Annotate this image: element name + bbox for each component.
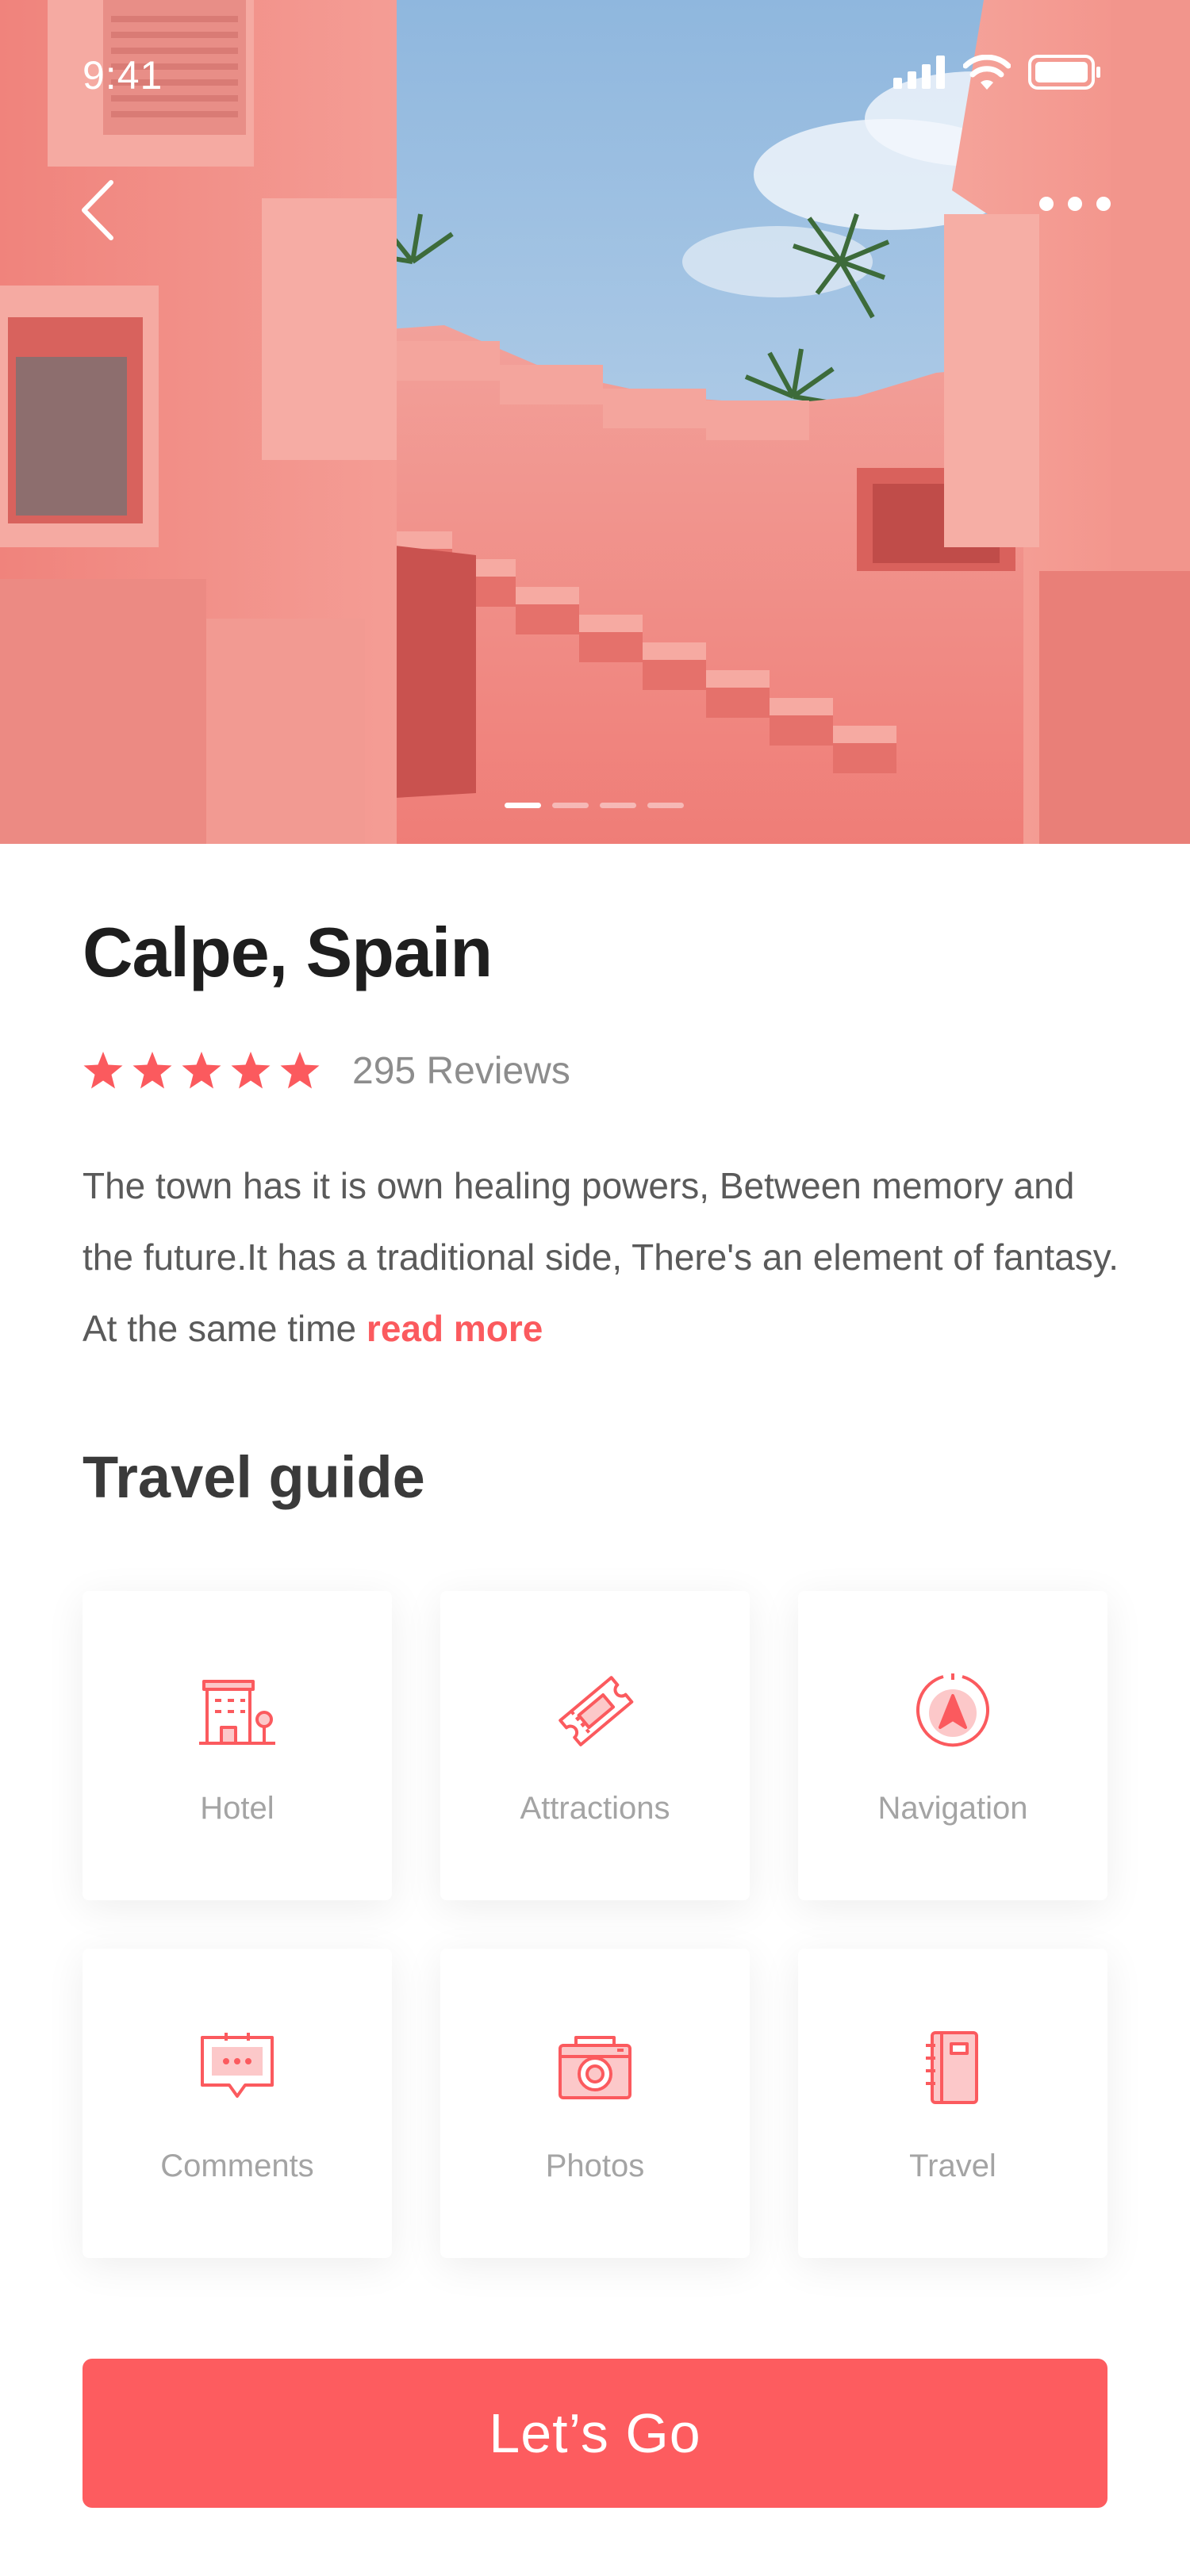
page-title: Calpe, Spain [83,913,493,991]
reviews-label: Reviews [426,1049,570,1092]
status-bar: 9:41 [0,0,1190,151]
star-icon [83,1052,123,1089]
star-rating [83,1051,321,1091]
status-icons [893,52,1101,92]
star-icon [132,1052,172,1089]
chat-bubble-icon [201,2033,274,2098]
hero-image: 9:41 [0,0,1190,844]
back-button[interactable] [73,174,129,246]
hotel-icon [199,1680,275,1745]
travel-guide-grid: Hotel Attractions Navigation Comments Ph… [83,1591,1107,2265]
lets-go-button[interactable]: Let’s Go [83,2359,1107,2508]
star-icon [231,1052,271,1089]
camera-icon [559,2036,631,2099]
guide-card-label: Comments [160,2149,314,2183]
notebook-icon [926,2031,978,2104]
star-icon [280,1052,320,1089]
wifi-icon [963,55,1011,90]
guide-card-label: Attractions [520,1791,670,1826]
guide-card-label: Navigation [877,1791,1028,1826]
section-title-travel-guide: Travel guide [83,1444,425,1510]
image-pager[interactable] [505,803,684,808]
rating-row: 295 Reviews [83,1045,570,1096]
guide-card-travel[interactable]: Travel [798,1949,1107,2258]
read-more-link[interactable]: read more [367,1308,543,1349]
compass-icon [916,1673,989,1747]
pager-dot[interactable] [552,803,589,808]
reviews-link[interactable]: 295 Reviews [352,1049,570,1093]
more-button[interactable] [1035,192,1111,216]
guide-card-navigation[interactable]: Navigation [798,1591,1107,1900]
status-time: 9:41 [83,53,163,98]
star-icon [182,1052,221,1089]
pager-dot[interactable] [647,803,684,808]
guide-card-label: Hotel [200,1791,274,1826]
guide-card-label: Photos [545,2149,645,2183]
guide-card-attractions[interactable]: Attractions [440,1591,750,1900]
guide-card-comments[interactable]: Comments [83,1949,392,2258]
chevron-left-icon [82,180,113,240]
guide-card-label: Travel [909,2149,996,2183]
ticket-icon [559,1676,634,1746]
pager-dot[interactable] [600,803,636,808]
more-dot [1096,197,1111,211]
pager-dot-active[interactable] [505,803,541,808]
battery-icon [1028,55,1100,90]
place-description: The town has it is own healing powers, B… [83,1150,1122,1364]
guide-card-hotel[interactable]: Hotel [83,1591,392,1900]
more-dot [1068,197,1082,211]
cellular-signal-icon [893,56,945,89]
guide-card-photos[interactable]: Photos [440,1949,750,2258]
more-dot [1039,197,1054,211]
description-text: The town has it is own healing powers, B… [83,1165,1119,1349]
reviews-count: 295 [352,1049,416,1092]
